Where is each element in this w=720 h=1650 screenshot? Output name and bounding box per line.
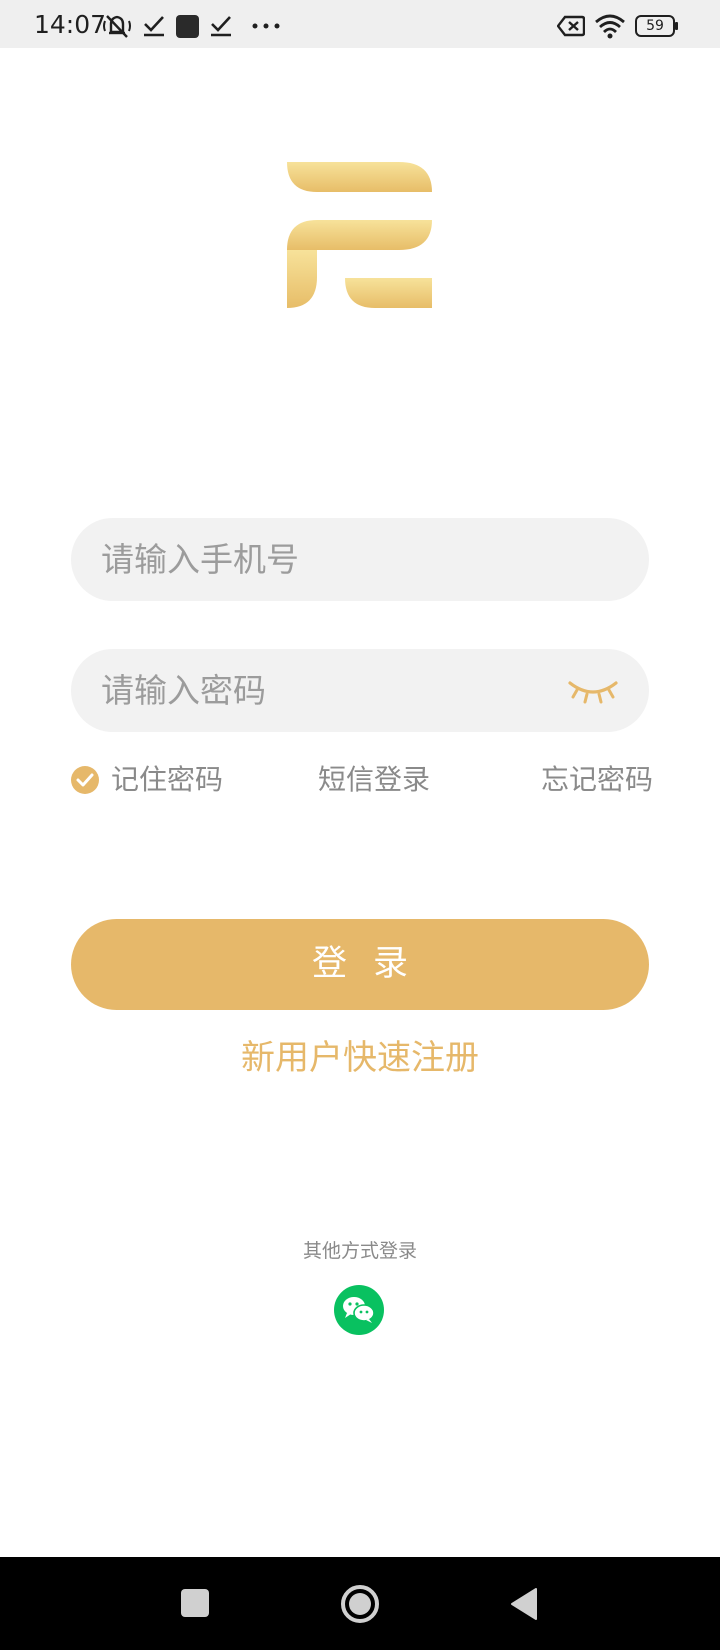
mute-icon	[103, 15, 131, 38]
square-icon	[176, 15, 199, 38]
wifi-icon	[595, 14, 625, 39]
password-input[interactable]	[101, 649, 581, 732]
password-field	[71, 649, 649, 732]
status-time: 14:07	[34, 10, 107, 39]
no-sim-icon	[557, 15, 585, 37]
register-link-text[interactable]: 新用户快速注册	[241, 1038, 479, 1078]
eye-closed-icon[interactable]	[567, 675, 619, 705]
wechat-icon	[343, 1297, 375, 1323]
checked-circle-icon	[71, 766, 99, 794]
battery-icon: 59	[635, 15, 678, 37]
remember-password-label: 记住密码	[111, 763, 224, 796]
wechat-login-button[interactable]	[334, 1285, 384, 1335]
recent-apps-icon[interactable]	[181, 1589, 209, 1617]
login-button[interactable]: 登录	[71, 919, 649, 1010]
app-logo	[287, 162, 432, 308]
remember-password-toggle[interactable]: 记住密码	[71, 760, 223, 800]
status-bar: 14:07 59	[0, 0, 720, 48]
navigation-bar	[0, 1557, 720, 1650]
check-icon	[211, 16, 231, 37]
back-icon[interactable]	[510, 1587, 538, 1621]
register-link: 新用户快速注册	[0, 1033, 720, 1083]
more-dots-icon	[252, 23, 280, 29]
phone-field	[71, 518, 649, 601]
check-icon	[144, 16, 164, 37]
phone-input[interactable]	[101, 518, 581, 601]
other-login-label: 其他方式登录	[302, 1240, 417, 1262]
forgot-password-link[interactable]: 忘记密码	[541, 760, 653, 800]
battery-level: 59	[646, 18, 664, 34]
sms-login-link[interactable]: 短信登录	[318, 760, 430, 800]
home-icon[interactable]	[340, 1584, 380, 1624]
